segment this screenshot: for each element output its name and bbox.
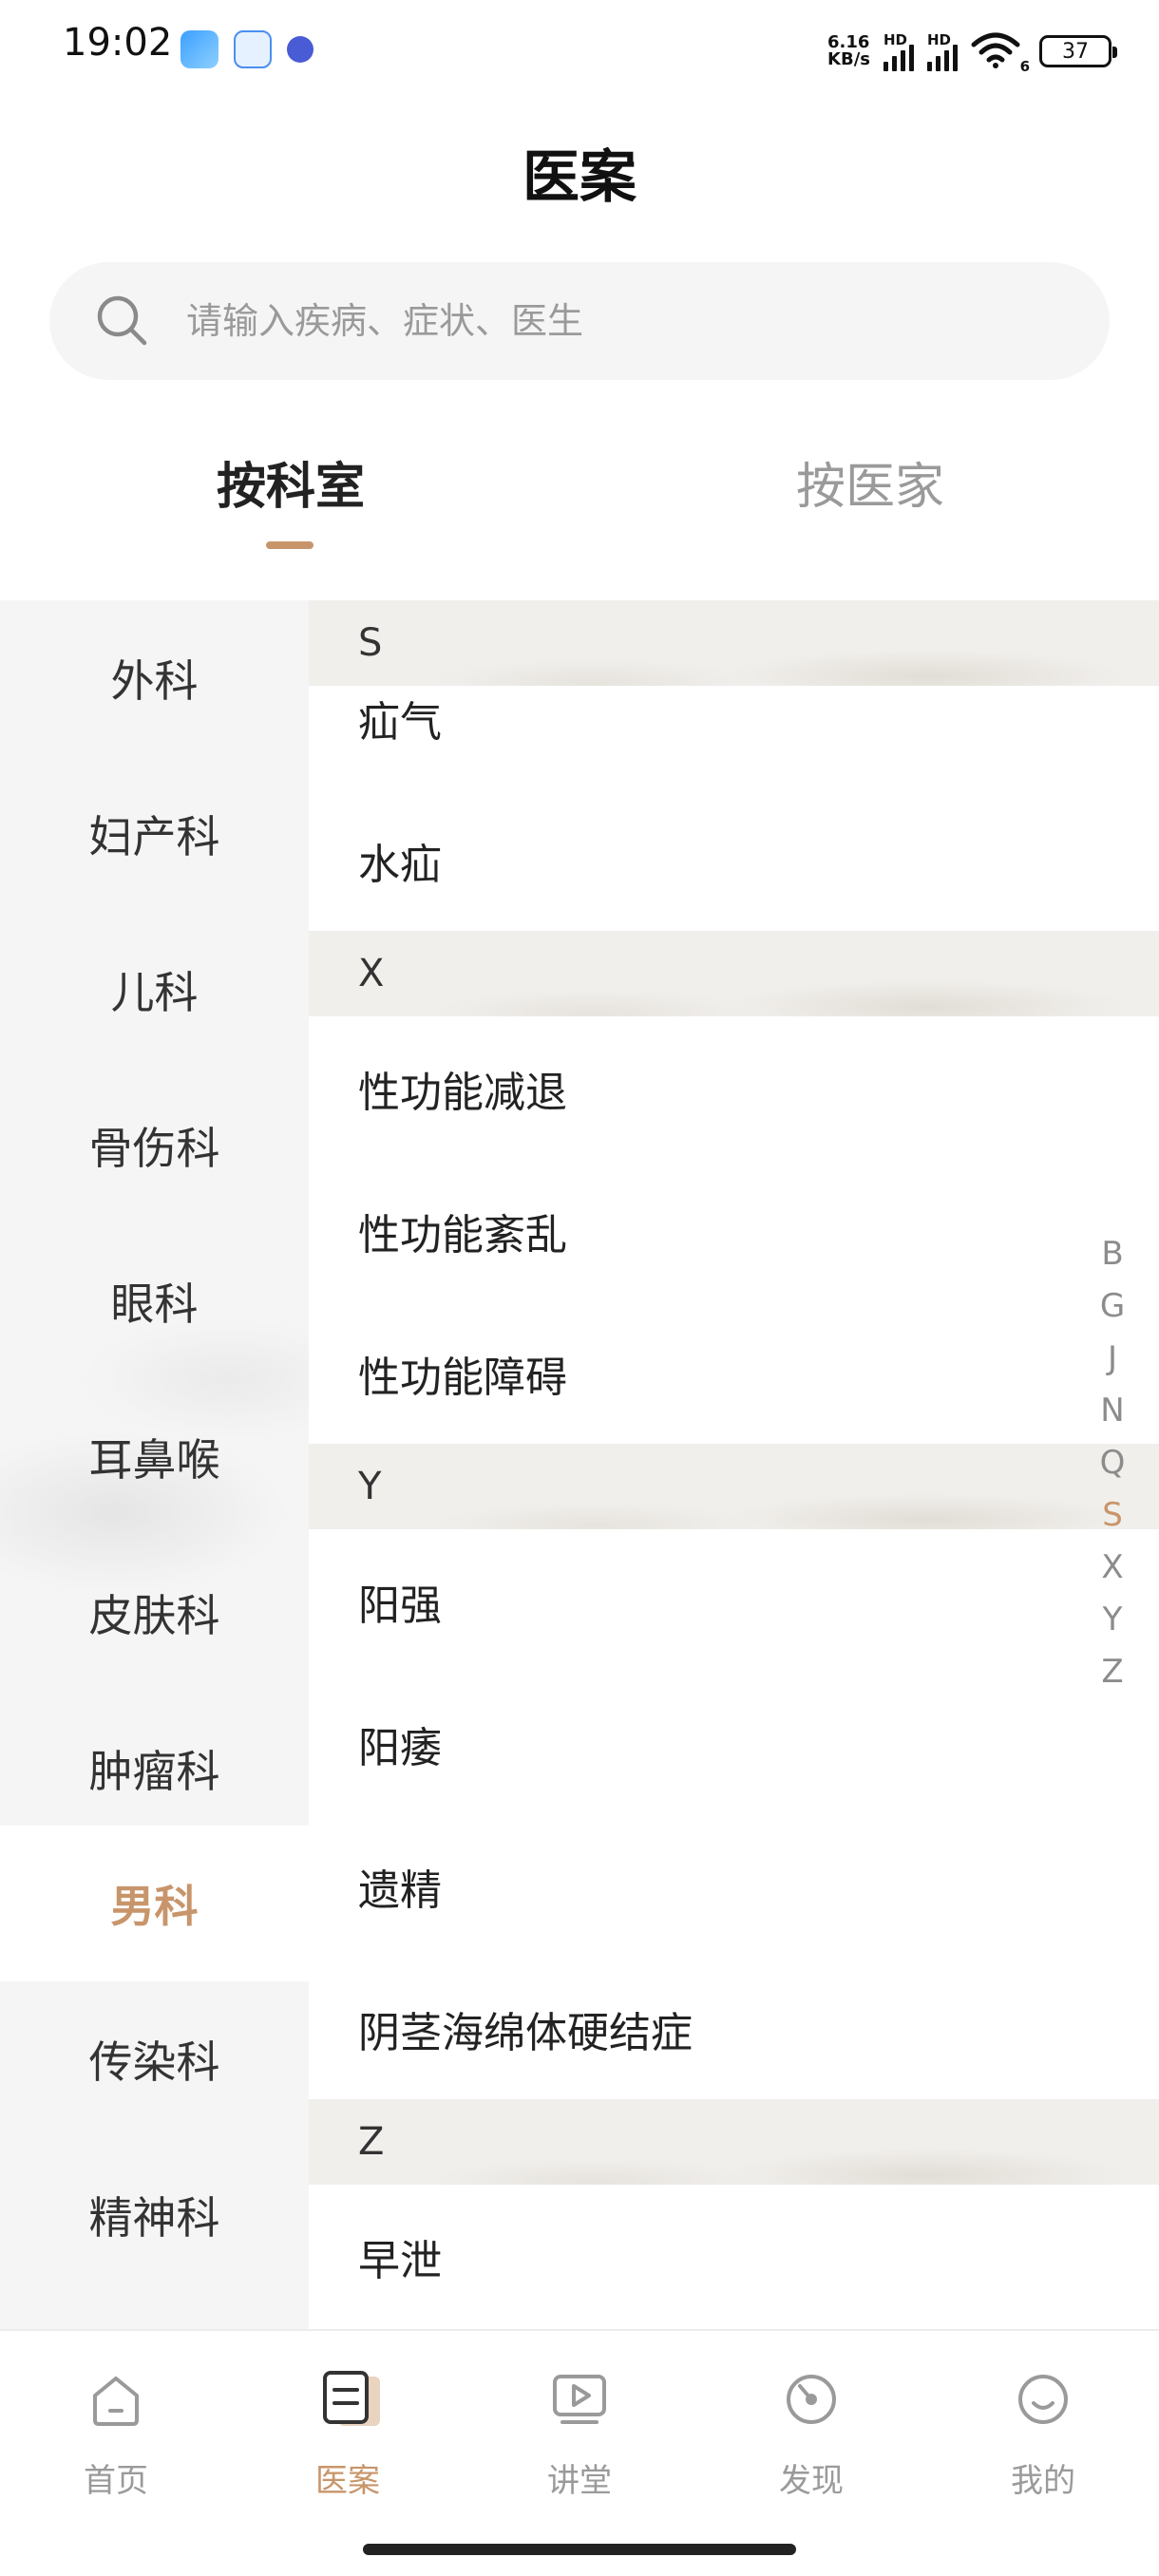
wifi-label: 6 [1019, 58, 1030, 75]
nav-profile[interactable]: 我的 [927, 2331, 1159, 2521]
index-letter-x[interactable]: X [1098, 1548, 1127, 1586]
index-letter-j[interactable]: J [1098, 1339, 1127, 1377]
list-item[interactable]: 性功能紊乱 [358, 1201, 567, 1261]
cloud-app-icon [180, 30, 218, 68]
section-header-z: Z [309, 2099, 1159, 2185]
status-time: 19:02 [63, 21, 173, 65]
sidebar-item-psychiatry[interactable]: 精神科 [0, 2137, 309, 2293]
index-letter-y[interactable]: Y [1098, 1601, 1127, 1638]
tab-by-department[interactable]: 按科室 [217, 446, 365, 518]
list-item[interactable]: 遗精 [358, 1856, 442, 1917]
case-book-icon [317, 2369, 380, 2430]
sidebar-item-orthopedics[interactable]: 骨伤科 [0, 1068, 309, 1223]
net-speed-unit: KB/s [827, 49, 870, 69]
index-letter-s[interactable]: S [1098, 1496, 1127, 1534]
list-item[interactable]: 水疝 [358, 830, 442, 891]
nav-cases[interactable]: 医案 [232, 2331, 464, 2521]
index-letter-g[interactable]: G [1098, 1287, 1127, 1325]
list-item[interactable]: 阳强 [358, 1571, 442, 1632]
nav-home[interactable]: 首页 [0, 2331, 232, 2521]
sidebar-item-andrology[interactable]: 男科 [0, 1826, 309, 1981]
nav-lectures-label: 讲堂 [547, 2462, 612, 2500]
sidebar-item-obstetrics[interactable]: 妇产科 [0, 756, 309, 912]
sidebar-item-ophthalmology[interactable]: 眼科 [0, 1223, 309, 1379]
status-bar: 19:02 6.16 KB/s HD HD 6 37 [0, 0, 1159, 103]
sim2-label: HD [927, 31, 952, 48]
sidebar-item-surgery[interactable]: 外科 [0, 600, 309, 756]
nav-cases-label: 医案 [315, 2462, 380, 2500]
sidebar-item-oncology[interactable]: 肿瘤科 [0, 1691, 309, 1847]
home-indicator[interactable] [363, 2544, 796, 2555]
index-letter-n[interactable]: N [1098, 1392, 1127, 1430]
list-item[interactable]: 早泄 [358, 2226, 442, 2287]
app-badge-icon [287, 36, 314, 63]
smile-profile-icon [1013, 2369, 1074, 2430]
play-video-icon [549, 2369, 610, 2430]
app-notification-icon [234, 30, 272, 68]
tab-by-physician[interactable]: 按医家 [796, 446, 944, 518]
section-header-s: S [309, 600, 1159, 686]
sim1-label: HD [884, 31, 908, 48]
nav-discover[interactable]: 发现 [695, 2331, 927, 2521]
section-header-y: Y [309, 1444, 1159, 1529]
tab-active-indicator [266, 541, 314, 549]
disease-list[interactable]: S 疝气 水疝 X 性功能减退 性功能紊乱 性功能障碍 Y 阳强 阳痿 遗精 阴… [309, 600, 1159, 2329]
sidebar-item-infectious[interactable]: 传染科 [0, 1981, 309, 2137]
page-title: 医案 [522, 144, 636, 211]
index-letter-b[interactable]: B [1098, 1235, 1127, 1273]
status-indicators: 6.16 KB/s HD HD 6 37 [827, 23, 1117, 80]
department-sidebar[interactable]: 外科 妇产科 儿科 骨伤科 眼科 耳鼻喉 皮肤科 肿瘤科 男科 传染科 精神科 [0, 600, 309, 2329]
sidebar-item-pediatrics[interactable]: 儿科 [0, 912, 309, 1068]
nav-profile-label: 我的 [1011, 2462, 1075, 2500]
search-bar[interactable] [49, 262, 1110, 380]
nav-home-label: 首页 [84, 2462, 148, 2500]
battery-icon: 37 [1039, 35, 1117, 67]
signal-sim2-icon: HD [927, 31, 958, 71]
nav-lectures[interactable]: 讲堂 [464, 2331, 695, 2521]
index-letter-q[interactable]: Q [1098, 1444, 1127, 1482]
section-header-x: X [309, 931, 1159, 1016]
index-letter-z[interactable]: Z [1098, 1653, 1127, 1691]
search-icon [95, 294, 150, 352]
list-item[interactable]: 性功能减退 [358, 1058, 567, 1119]
wifi-icon: 6 [971, 31, 1030, 75]
sidebar-item-ent[interactable]: 耳鼻喉 [0, 1379, 309, 1535]
network-speed: 6.16 KB/s [827, 34, 870, 68]
home-icon [86, 2369, 146, 2430]
bottom-navigation: 首页 医案 讲堂 发现 我的 [0, 2329, 1159, 2576]
battery-level: 37 [1062, 39, 1089, 64]
signal-sim1-icon: HD [884, 31, 914, 71]
sidebar-item-dermatology[interactable]: 皮肤科 [0, 1535, 309, 1691]
nav-discover-label: 发现 [779, 2462, 844, 2500]
list-item[interactable]: 疝气 [358, 688, 442, 748]
list-item[interactable]: 阴茎海绵体硬结症 [358, 1998, 693, 2059]
list-item[interactable]: 阳痿 [358, 1714, 442, 1774]
list-item[interactable]: 性功能障碍 [358, 1343, 567, 1404]
search-input[interactable] [186, 262, 1041, 380]
discover-icon [781, 2369, 842, 2430]
